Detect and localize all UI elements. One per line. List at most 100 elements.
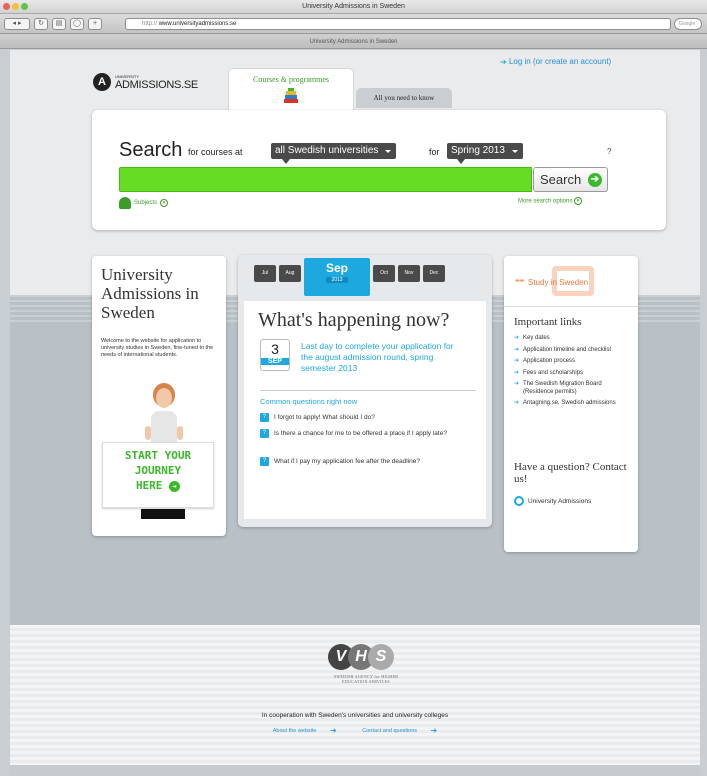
- happening-content: What's happening now? 3 SEP Last day to …: [244, 301, 486, 519]
- link-antagning[interactable]: Antagning.se, Swedish admissions: [514, 400, 632, 408]
- back-forward-buttons[interactable]: ◂ ▸: [4, 18, 30, 30]
- links-card: ⁼⁼ Study in Sweden Important links Key d…: [504, 256, 638, 552]
- page: A UNIVERSITY ADMISSIONS.SE ➔ Log in (or …: [10, 50, 700, 776]
- sign-line-1: START YOUR: [124, 449, 192, 462]
- browser-search-field[interactable]: Google: [674, 18, 702, 30]
- link-migration-board[interactable]: The Swedish Migration Board (Residence p…: [514, 381, 632, 396]
- university-select-tail: [282, 159, 290, 164]
- link-application-timeline[interactable]: Application timeline and checklist: [514, 347, 632, 355]
- browser-tab[interactable]: University Admissions in Sweden: [0, 35, 707, 49]
- site-logo[interactable]: A UNIVERSITY ADMISSIONS.SE: [93, 73, 198, 91]
- question-link[interactable]: ? I forgot to apply! What should I do?: [260, 413, 480, 422]
- logo-wordmark: UNIVERSITY ADMISSIONS.SE: [115, 74, 198, 91]
- arrow-right-icon: ➔: [500, 57, 507, 67]
- month-aug[interactable]: Aug: [279, 265, 301, 282]
- month-dec[interactable]: Dec: [423, 265, 445, 282]
- active-month-label: Sep: [325, 261, 348, 275]
- reader-button[interactable]: ▤: [52, 18, 66, 30]
- link-application-process[interactable]: Application process: [514, 358, 632, 366]
- deadline-link[interactable]: Last day to complete your application fo…: [301, 341, 467, 374]
- chevron-down-icon: ▾: [160, 199, 169, 207]
- stop-button[interactable]: ◯: [70, 18, 84, 30]
- sign-line-3: HERE: [135, 479, 163, 492]
- window-controls: [3, 3, 28, 10]
- important-links-title: Important links: [514, 316, 582, 328]
- logo-text: ADMISSIONS.SE: [115, 78, 198, 91]
- happening-title: What's happening now?: [258, 309, 450, 331]
- month-timeline: Jul Aug Sep 2013 Oct Nov Dec: [254, 258, 445, 296]
- bottom-strip: [10, 765, 700, 776]
- help-button[interactable]: ?: [607, 147, 611, 156]
- search-panel: Search for courses at all Swedish univer…: [92, 110, 666, 230]
- contact-questions-link[interactable]: Contact and questions ➔: [356, 726, 443, 735]
- welcome-text: Welcome to the website for application t…: [101, 338, 214, 358]
- university-select[interactable]: all Swedish universities: [271, 143, 397, 159]
- question-link[interactable]: ? What if I pay my application fee after…: [260, 457, 480, 466]
- address-bar[interactable]: http:// www.universityadmissions.se: [125, 18, 671, 30]
- search-button[interactable]: Search ➔: [533, 167, 608, 192]
- tab-all-you-need[interactable]: All you need to know: [356, 88, 452, 108]
- go-arrow-icon: ➔: [169, 480, 181, 492]
- tree-icon: [119, 197, 131, 209]
- sign-line-2: JOURNEY: [134, 464, 182, 477]
- vhs-logo[interactable]: V H S: [328, 644, 394, 670]
- minimize-icon[interactable]: [12, 3, 19, 10]
- window-titlebar: University Admissions in Sweden: [0, 0, 707, 14]
- cooperation-text: In cooperation with Sweden's universitie…: [261, 712, 449, 719]
- chevron-down-icon: ▾: [574, 197, 583, 205]
- question-icon: ?: [260, 413, 269, 422]
- term-select-tail: [457, 159, 465, 164]
- term-select[interactable]: Spring 2013: [447, 143, 523, 159]
- more-search-options[interactable]: More search options ▾: [518, 197, 583, 205]
- start-journey-sign[interactable]: START YOUR JOURNEY HERE ➔: [102, 442, 214, 508]
- about-link[interactable]: About the website ➔: [267, 726, 343, 735]
- window-title: University Admissions in Sweden: [302, 3, 405, 10]
- arrow-right-icon: ➔: [330, 726, 337, 735]
- close-icon[interactable]: [3, 3, 10, 10]
- active-year-label: 2013: [326, 277, 348, 283]
- books-icon: [284, 88, 298, 103]
- subjects-label: Subjects: [134, 200, 158, 206]
- welcome-card: University Admissions in Sweden Welcome …: [92, 256, 226, 536]
- common-questions-title: Common questions right now: [260, 397, 358, 406]
- month-nov[interactable]: Nov: [398, 265, 420, 282]
- logo-a-icon: A: [93, 73, 111, 91]
- important-links-list: Key dates Application timeline and check…: [514, 335, 632, 412]
- tab-courses-programmes[interactable]: Courses & programmes: [228, 68, 354, 112]
- study-in-sweden-link[interactable]: ⁼⁼ Study in Sweden: [512, 265, 632, 303]
- add-bookmark-button[interactable]: +: [88, 18, 102, 30]
- question-icon: ?: [260, 457, 269, 466]
- contact-link[interactable]: University Admissions: [514, 496, 591, 506]
- go-arrow-icon: ➔: [588, 173, 602, 187]
- month-sep-active[interactable]: Sep 2013: [304, 258, 370, 296]
- link-key-dates[interactable]: Key dates: [514, 335, 632, 343]
- agency-name: SWEDISH AGENCY for HIGHER EDUCATION SERV…: [333, 674, 399, 684]
- vhs-s-icon: S: [368, 644, 394, 670]
- tab-courses-label: Courses & programmes: [253, 75, 329, 84]
- question-text: What if I pay my application fee after t…: [274, 458, 420, 465]
- contact-title: Have a question? Contact us!: [514, 461, 627, 485]
- month-jul[interactable]: Jul: [254, 265, 276, 282]
- login-link[interactable]: ➔ Log in (or create an account): [500, 57, 611, 66]
- login-link-label: Log in (or create an account): [508, 57, 612, 66]
- link-fees-scholarships[interactable]: Fees and scholarships: [514, 370, 632, 378]
- welcome-title: University Admissions in Sweden: [101, 265, 199, 322]
- search-input[interactable]: [119, 167, 532, 192]
- question-link[interactable]: ? Is there a chance for me to be offered…: [260, 429, 480, 438]
- question-icon: ?: [260, 429, 269, 438]
- study-in-sweden-label: Study in Sweden: [528, 278, 589, 287]
- zoom-icon[interactable]: [21, 3, 28, 10]
- calendar-day: 3: [271, 341, 279, 357]
- subjects-toggle[interactable]: Subjects ▾: [119, 197, 169, 209]
- about-link-label: About the website: [272, 727, 317, 734]
- contact-questions-label: Contact and questions: [362, 727, 417, 734]
- more-options-label: More search options: [518, 198, 573, 205]
- footer-links: About the website ➔ Contact and question…: [10, 726, 700, 735]
- browser-toolbar: ◂ ▸ ↻ ▤ ◯ + http:// www.universityadmiss…: [0, 14, 707, 34]
- question-text: Is there a chance for me to be offered a…: [274, 430, 447, 437]
- month-oct[interactable]: Oct: [373, 265, 395, 282]
- chat-icon: [514, 496, 524, 506]
- search-button-label: Search: [540, 172, 582, 187]
- for-label: for: [429, 147, 440, 157]
- reload-button[interactable]: ↻: [34, 18, 48, 30]
